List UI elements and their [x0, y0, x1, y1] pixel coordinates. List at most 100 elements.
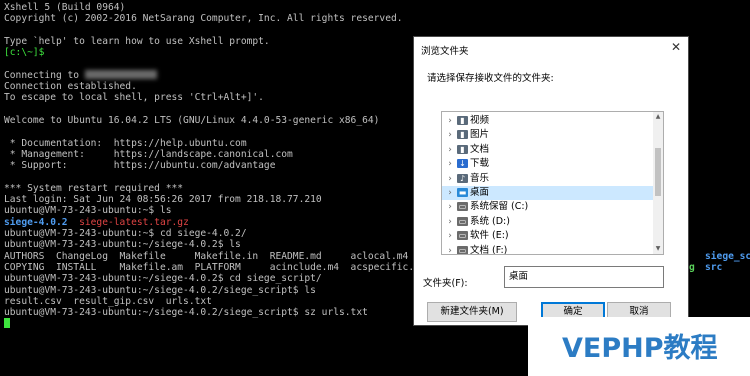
terminal-line: Last login: Sat Jun 24 08:56:26 2017 fro…	[4, 194, 322, 205]
terminal-line: To escape to local shell, press 'Ctrl+Al…	[4, 92, 264, 103]
terminal-text: ubuntu@VM-73-243-ubuntu:~/siege-4.0.2/si…	[4, 307, 368, 319]
terminal-text: siege-latest.tar.gz	[79, 216, 189, 228]
terminal-text: Last login: Sat Jun 24 08:56:26 2017 fro…	[4, 194, 322, 206]
terminal-text: Connecting to	[4, 69, 85, 81]
tree-item-video[interactable]: › ▮ 视频	[442, 114, 654, 128]
terminal-line: Welcome to Ubuntu 16.04.2 LTS (GNU/Linux…	[4, 115, 379, 126]
folder-label: 文件夹(F):	[423, 278, 468, 289]
video-icon: ▮	[457, 116, 468, 125]
pictures-icon: ▮	[457, 130, 468, 140]
terminal-text: ubuntu@VM-73-243-ubuntu:~$ cd siege-4.0.…	[4, 228, 247, 239]
terminal-text: Copyright (c) 2002-2016 NetSarang Comput…	[4, 13, 403, 25]
tree-item-drive[interactable]: › ▭ 文档 (F:)	[442, 244, 654, 255]
redacted-host	[84, 70, 157, 80]
terminal-text: ubuntu@VM-73-243-ubuntu:~/siege-4.0.2$ l…	[4, 239, 241, 251]
new-folder-button[interactable]: 新建文件夹(M)	[427, 302, 517, 322]
terminal-line: ubuntu@VM-73-243-ubuntu:~/siege-4.0.2$ c…	[4, 273, 322, 284]
terminal-text: siege-4.0.2	[4, 216, 68, 228]
scroll-up-icon[interactable]: ▲	[653, 112, 663, 122]
drive-icon: ▭	[457, 216, 468, 226]
terminal-line: Copyright (c) 2002-2016 NetSarang Comput…	[4, 13, 403, 24]
tree-item-label: 音乐	[470, 172, 490, 184]
tree-item-music[interactable]: › ♪ 音乐	[442, 172, 654, 186]
tree-item-label: 下载	[470, 158, 490, 170]
terminal-text: To escape to local shell, press 'Ctrl+Al…	[4, 92, 264, 104]
tree-item-drive[interactable]: › ▭ 软件 (E:)	[442, 229, 654, 243]
terminal-text: Connection established.	[4, 81, 137, 93]
terminal-line: [c:\~]$	[4, 47, 44, 58]
chevron-right-icon[interactable]: ›	[446, 215, 454, 229]
terminal-text: * Documentation: https://help.ubuntu.com	[4, 137, 247, 149]
tree-item-label: 图片	[470, 129, 490, 141]
terminal-text: g	[689, 261, 695, 273]
terminal-text: Type `help' to learn how to use Xshell p…	[4, 35, 270, 47]
terminal-line: ubuntu@VM-73-243-ubuntu:~$ cd siege-4.0.…	[4, 228, 247, 239]
terminal-text: * Management: https://landscape.canonica…	[4, 148, 293, 160]
terminal-text: * Support: https://ubuntu.com/advantage	[4, 160, 276, 172]
tree-item-desktop[interactable]: › ▬ 桌面	[442, 186, 654, 200]
close-icon[interactable]: ✕	[666, 39, 686, 55]
terminal-line: ubuntu@VM-73-243-ubuntu:~/siege-4.0.2/si…	[4, 307, 368, 318]
tree-scrollbar[interactable]: ▲ ▼	[653, 112, 663, 254]
tree-item-label: 桌面	[470, 187, 490, 198]
terminal-text: siege_scr	[705, 250, 750, 262]
terminal-line: ubuntu@VM-73-243-ubuntu:~/siege-4.0.2/si…	[4, 285, 316, 296]
terminal-line: Type `help' to learn how to use Xshell p…	[4, 36, 270, 47]
scroll-down-icon[interactable]: ▼	[653, 244, 663, 254]
tree-item-drive[interactable]: › ▭ 系统 (D:)	[442, 215, 654, 229]
tree-item-label: 文档 (F:)	[470, 244, 508, 255]
terminal-text: result.csv result_gip.csv urls.txt	[4, 295, 212, 307]
scroll-thumb[interactable]	[655, 148, 661, 196]
folder-tree[interactable]: › ▭ 文档 (F:) › ▭ 软件 (E:) › ▭ 系统 (D:) › ▭ 系统保留 (C:) › ▬…	[441, 111, 664, 255]
tree-item-pictures[interactable]: › ▮ 图片	[442, 128, 654, 142]
terminal-cursor	[4, 318, 10, 329]
chevron-right-icon[interactable]: ›	[446, 229, 454, 243]
terminal-line: Connecting to	[4, 70, 157, 81]
terminal-line: * Support: https://ubuntu.com/advantage	[4, 160, 276, 172]
downloads-icon: ↓	[457, 159, 468, 169]
terminal-text: [c:\~]$	[4, 47, 45, 59]
terminal-line: * Documentation: https://help.ubuntu.com	[4, 138, 247, 149]
terminal-text: ubuntu@VM-73-243-ubuntu:~/siege-4.0.2/si…	[4, 284, 316, 296]
terminal-line: siege-4.0.2 siege-latest.tar.gz	[4, 217, 189, 228]
terminal-text: AUTHORS ChangeLog Makefile Makefile.in R…	[4, 250, 467, 262]
terminal-line: ubuntu@VM-73-243-ubuntu:~/siege-4.0.2$ l…	[4, 239, 241, 250]
tree-item-label: 系统 (D:)	[470, 215, 510, 227]
dialog-prompt: 请选择保存接收文件的文件夹:	[427, 73, 554, 84]
terminal-line: Xshell 5 (Build 0964)	[4, 2, 125, 13]
chevron-right-icon[interactable]: ›	[446, 157, 454, 171]
terminal-line: result.csv result_gip.csv urls.txt	[4, 296, 212, 307]
tree-item-label: 系统保留 (C:)	[470, 201, 529, 213]
chevron-right-icon[interactable]: ›	[446, 114, 454, 128]
terminal-text: Welcome to Ubuntu 16.04.2 LTS (GNU/Linux…	[4, 115, 380, 126]
chevron-right-icon[interactable]: ›	[446, 172, 454, 186]
tree-item-label: 视频	[470, 115, 490, 126]
chevron-right-icon[interactable]: ›	[446, 186, 454, 200]
chevron-right-icon[interactable]: ›	[446, 143, 454, 157]
folder-input[interactable]: 桌面	[504, 266, 664, 288]
terminal-text: src	[705, 261, 723, 273]
chevron-right-icon[interactable]: ›	[446, 244, 454, 254]
tree-item-drive[interactable]: › ▭ 系统保留 (C:)	[442, 200, 654, 214]
terminal-line: Connection established.	[4, 81, 137, 92]
terminal-line: ubuntu@VM-73-243-ubuntu:~$ ls	[4, 205, 172, 216]
tree-item-label: 文档	[470, 143, 490, 155]
desktop-icon: ▬	[457, 188, 468, 197]
terminal-line: COPYING INSTALL Makefile.am PLATFORM aci…	[4, 262, 466, 273]
chevron-right-icon[interactable]: ›	[446, 128, 454, 142]
watermark-text: VEPHP教程	[562, 333, 718, 364]
terminal-line: AUTHORS ChangeLog Makefile Makefile.in R…	[4, 251, 466, 262]
terminal-text: Xshell 5 (Build 0964)	[4, 2, 126, 13]
browse-folder-dialog: 浏览文件夹 ✕ 请选择保存接收文件的文件夹: › ▭ 文档 (F:) › ▭ 软件 (E:…	[413, 36, 689, 326]
chevron-right-icon[interactable]: ›	[446, 200, 454, 214]
terminal-text: ubuntu@VM-73-243-ubuntu:~/siege-4.0.2$ c…	[4, 273, 322, 285]
tree-item-documents[interactable]: › ▮ 文档	[442, 143, 654, 157]
terminal-text: *** System restart required ***	[4, 182, 184, 194]
tree-item-label: 软件 (E:)	[470, 230, 509, 242]
terminal-line: *** System restart required ***	[4, 183, 183, 194]
music-icon: ♪	[457, 173, 468, 183]
terminal-text: COPYING INSTALL Makefile.am PLATFORM aci…	[4, 261, 438, 273]
tree-item-downloads[interactable]: › ↓ 下载	[442, 157, 654, 171]
terminal-line	[4, 318, 10, 329]
